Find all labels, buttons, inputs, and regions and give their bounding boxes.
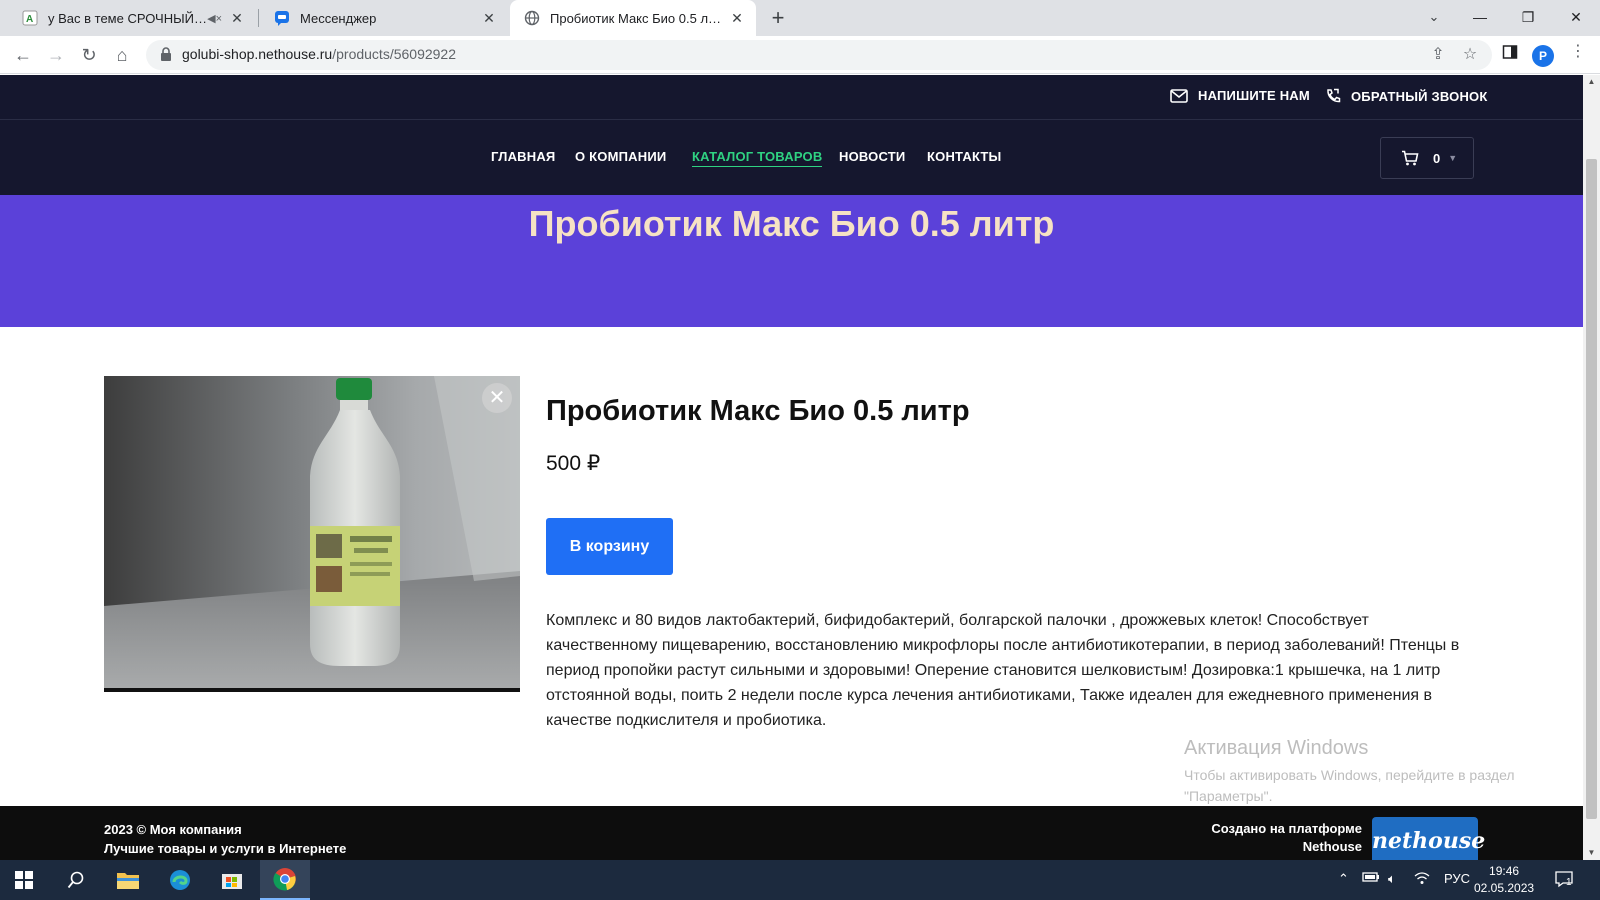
windows-taskbar: ⌃ 🔈︎ РУС 19:46 02.05.2023 1 — [0, 860, 1600, 900]
scroll-up-icon[interactable]: ▲ — [1583, 75, 1600, 89]
footer-made-by[interactable]: Создано на платформе Nethouse — [1180, 820, 1362, 856]
close-tab-icon[interactable]: ✕ — [228, 10, 246, 27]
minimize-button[interactable]: — — [1456, 0, 1504, 36]
close-tab-icon[interactable]: ✕ — [728, 10, 746, 27]
site-footer: 2023 © Моя компания Лучшие товары и услу… — [0, 806, 1583, 860]
windows-activation-subtitle: Чтобы активировать Windows, перейдите в … — [1184, 767, 1515, 804]
restore-button[interactable]: ❐ — [1504, 0, 1552, 36]
nav-item-about[interactable]: О КОМПАНИИ — [575, 149, 666, 164]
cart-count: 0 — [1433, 150, 1441, 166]
callback-label: ОБРАТНЫЙ ЗВОНОК — [1351, 88, 1488, 104]
nav-item-contacts[interactable]: КОНТАКТЫ — [927, 149, 1001, 164]
tab-title: Пробиотик Макс Био 0.5 литр - — [550, 10, 728, 26]
store-icon[interactable] — [208, 860, 256, 900]
language-indicator[interactable]: РУС — [1444, 871, 1470, 886]
envelope-icon — [1170, 88, 1188, 103]
reload-icon[interactable]: ↻ — [74, 40, 104, 70]
chevron-down-icon: ▼ — [1448, 153, 1458, 163]
callback-link[interactable]: ОБРАТНЫЙ ЗВОНОК — [1325, 88, 1488, 104]
edge-browser-icon[interactable] — [156, 860, 204, 900]
forward-arrow-icon[interactable]: → — [41, 40, 71, 70]
tab-product-active[interactable]: Пробиотик Макс Био 0.5 литр - ✕ — [510, 0, 756, 36]
url-path: /products/56092922 — [332, 46, 456, 62]
product-price: 500 ₽ — [546, 452, 601, 475]
tab-title: у Вас в теме СРОЧНЫЙ отве — [48, 10, 208, 26]
nethouse-logo[interactable]: nethouse — [1372, 817, 1485, 860]
nav-item-catalog[interactable]: КАТАЛОГ ТОВАРОВ — [692, 149, 823, 167]
notification-count: 1 — [1566, 877, 1572, 888]
address-bar[interactable]: golubi-shop.nethouse.ru/products/5609292… — [146, 40, 1492, 70]
page-scrollbar[interactable]: ▲ ▼ — [1583, 75, 1600, 860]
close-window-button[interactable]: ✕ — [1552, 0, 1600, 36]
clock-date: 02.05.2023 — [1474, 881, 1535, 895]
windows-start-icon[interactable] — [0, 860, 48, 900]
lock-icon — [161, 47, 171, 61]
chevron-up-icon[interactable]: ⌃ — [1338, 871, 1349, 887]
url-host: golubi-shop.nethouse.ru — [182, 46, 333, 62]
page-viewport: НАПИШИТЕ НАМ ОБРАТНЫЙ ЗВОНОК ГЛАВНАЯ О К… — [0, 75, 1583, 860]
browser-tab-bar: A у Вас в теме СРОЧНЫЙ отве ◀× ✕ Мессенд… — [0, 0, 1600, 36]
search-icon[interactable] — [52, 860, 100, 900]
clock-time: 19:46 — [1489, 864, 1520, 878]
system-clock[interactable]: 19:46 02.05.2023 — [1474, 863, 1534, 897]
footer-copyright: 2023 © Моя компания — [104, 822, 242, 837]
tab-messenger[interactable]: Мессенджер ✕ — [260, 0, 508, 36]
speaker-muted-icon[interactable]: ◀× — [207, 12, 222, 25]
page-banner: Пробиотик Макс Био 0.5 литр — [0, 195, 1583, 327]
close-tab-icon[interactable]: ✕ — [480, 10, 498, 27]
browser-toolbar: ← → ↻ ⌂ golubi-shop.nethouse.ru/products… — [0, 36, 1600, 74]
footer-tagline: Лучшие товары и услуги в Интернете — [104, 841, 347, 856]
product-description: Комплекс и 80 видов лактобактерий, бифид… — [546, 612, 1460, 729]
product-image[interactable] — [104, 376, 520, 692]
top-contact-strip: НАПИШИТЕ НАМ ОБРАТНЫЙ ЗВОНОК — [0, 75, 1583, 120]
nav-item-news[interactable]: НОВОСТИ — [839, 149, 905, 164]
notification-icon[interactable]: 1 — [1555, 870, 1573, 888]
scroll-down-icon[interactable]: ▼ — [1583, 846, 1600, 860]
chrome-icon[interactable] — [260, 860, 310, 900]
nav-item-home[interactable]: ГЛАВНАЯ — [491, 149, 555, 164]
svg-text:A: A — [26, 14, 33, 25]
share-icon[interactable]: ⇪ — [1426, 43, 1450, 67]
write-us-link[interactable]: НАПИШИТЕ НАМ — [1170, 88, 1310, 103]
bookmark-star-icon[interactable]: ☆ — [1458, 43, 1482, 67]
tab-title: Мессенджер — [300, 10, 377, 26]
tab-separator — [258, 9, 259, 27]
globe-icon — [524, 10, 540, 26]
main-navigation: ГЛАВНАЯ О КОМПАНИИ КАТАЛОГ ТОВАРОВ НОВОС… — [0, 120, 1583, 195]
write-us-label: НАПИШИТЕ НАМ — [1198, 88, 1310, 103]
brainly-icon: A — [22, 10, 38, 26]
battery-icon[interactable] — [1362, 871, 1380, 886]
wifi-icon[interactable] — [1414, 871, 1430, 888]
new-tab-button[interactable]: + — [764, 5, 792, 31]
tab-brainly[interactable]: A у Вас в теме СРОЧНЫЙ отве ◀× ✕ — [8, 0, 256, 36]
banner-title: Пробиотик Макс Био 0.5 литр — [528, 203, 1055, 244]
back-arrow-icon[interactable]: ← — [8, 40, 38, 70]
home-icon[interactable]: ⌂ — [107, 40, 137, 70]
menu-dots-icon[interactable]: ⋮ — [1566, 40, 1590, 64]
close-icon[interactable]: ✕ — [482, 383, 512, 413]
cart-icon — [1402, 150, 1419, 166]
speaker-icon[interactable]: 🔈︎ — [1388, 871, 1396, 887]
phone-icon — [1327, 88, 1341, 103]
scrollbar-thumb[interactable] — [1586, 159, 1597, 819]
cart-button[interactable]: 0 ▼ — [1380, 137, 1474, 179]
product-title: Пробиотик Макс Био 0.5 литр — [546, 395, 970, 427]
profile-avatar[interactable]: P — [1532, 45, 1554, 67]
file-explorer-icon[interactable] — [104, 860, 152, 900]
url-text[interactable]: golubi-shop.nethouse.ru/products/5609292… — [182, 46, 456, 62]
add-to-cart-button[interactable]: В корзину — [546, 518, 673, 575]
messenger-icon — [274, 10, 290, 26]
side-panel-icon[interactable] — [1498, 40, 1522, 64]
windows-activation-title: Активация Windows — [1184, 737, 1369, 759]
chevron-down-icon[interactable]: ⌄ — [1418, 0, 1450, 36]
